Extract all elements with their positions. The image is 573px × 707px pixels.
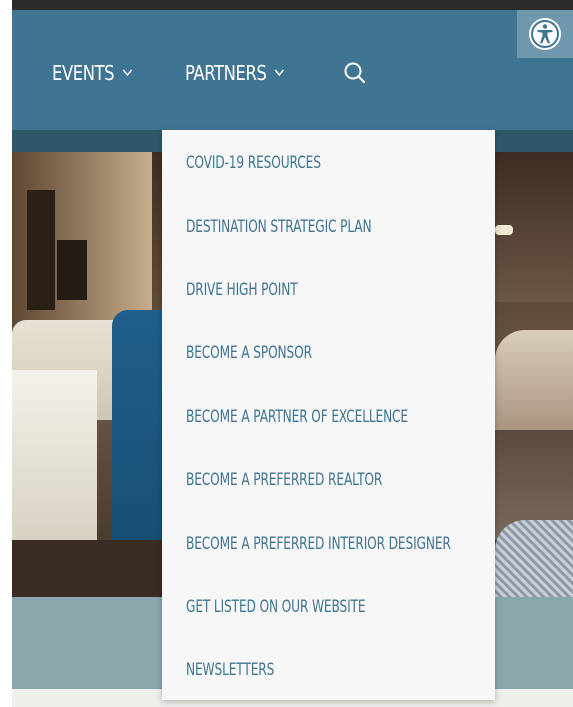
nav-partners-label: PARTNERS [185, 61, 267, 85]
chevron-down-icon [274, 69, 285, 77]
nav-events-menu[interactable]: EVENTS [52, 60, 132, 86]
menu-item-covid-19-resources[interactable]: COVID-19 RESOURCES [186, 150, 321, 174]
main-navbar: EVENTS PARTNERS [12, 10, 573, 130]
page-margin [0, 0, 12, 707]
hero-fabric-shape [495, 520, 573, 597]
menu-item-newsletters[interactable]: NEWSLETTERS [186, 657, 274, 681]
hero-white-chair-shape [12, 370, 97, 540]
accessibility-icon [529, 18, 561, 50]
hero-right-lamp-shape [495, 225, 513, 235]
hero-shelf-shape [57, 240, 87, 300]
partners-dropdown-menu: COVID-19 RESOURCES DESTINATION STRATEGIC… [162, 130, 495, 700]
top-strip [12, 0, 573, 10]
search-icon [344, 62, 366, 84]
nav-partners-menu[interactable]: PARTNERS [185, 60, 285, 86]
nav-events-label: EVENTS [52, 61, 115, 85]
menu-item-become-partner-of-excellence[interactable]: BECOME A PARTNER OF EXCELLENCE [186, 404, 408, 428]
menu-item-destination-strategic-plan[interactable]: DESTINATION STRATEGIC PLAN [186, 214, 372, 238]
menu-item-become-preferred-realtor[interactable]: BECOME A PREFERRED REALTOR [186, 467, 382, 491]
hero-window-shape [27, 190, 55, 310]
hero-right-sofa-shape [495, 330, 573, 440]
chevron-down-icon [122, 69, 132, 77]
menu-item-become-preferred-interior-designer[interactable]: BECOME A PREFERRED INTERIOR DESIGNER [186, 531, 451, 555]
menu-item-become-a-sponsor[interactable]: BECOME A SPONSOR [186, 340, 312, 364]
accessibility-button[interactable] [517, 10, 573, 58]
hero-floor-shape [12, 540, 162, 597]
menu-item-drive-high-point[interactable]: DRIVE HIGH POINT [186, 277, 298, 301]
menu-item-get-listed-on-website[interactable]: GET LISTED ON OUR WEBSITE [186, 594, 366, 618]
search-button[interactable] [342, 60, 368, 86]
